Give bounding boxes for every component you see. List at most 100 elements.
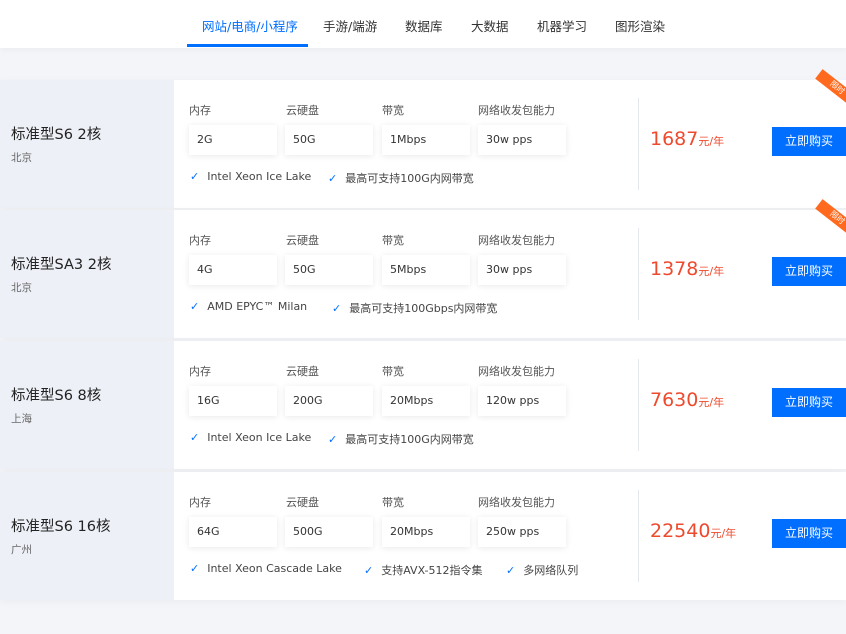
- feature-text: Intel Xeon Cascade Lake: [207, 562, 342, 575]
- memory-select[interactable]: 16G: [189, 386, 277, 416]
- tab-machine-learning[interactable]: 机器学习: [537, 16, 587, 35]
- price-value: 22540: [650, 520, 711, 542]
- product-info-panel: 标准型S6 2核 北京: [0, 80, 174, 208]
- divider: [638, 359, 639, 451]
- tab-website-ecommerce[interactable]: 网站/电商/小程序: [202, 16, 298, 35]
- product-name: 标准型S6 16核: [11, 519, 111, 535]
- check-icon: ✓: [190, 300, 200, 313]
- memory-select[interactable]: 4G: [189, 255, 277, 285]
- memory-label: 内存: [189, 234, 211, 247]
- product-info-panel: 标准型S6 8核 上海: [0, 341, 174, 469]
- price: 1378元/年: [650, 258, 724, 280]
- pps-label: 网络收发包能力: [478, 365, 555, 378]
- check-icon: ✓: [328, 433, 338, 446]
- pps-value: 250w pps: [478, 517, 566, 547]
- tab-database[interactable]: 数据库: [405, 16, 443, 35]
- bandwidth-select[interactable]: 20Mbps: [382, 517, 470, 547]
- price-value: 1378: [650, 258, 699, 280]
- bandwidth-label: 带宽: [382, 234, 404, 247]
- memory-select[interactable]: 2G: [189, 125, 277, 155]
- feature-text: 最高可支持100G内网带宽: [345, 433, 474, 446]
- product-region: 北京: [11, 152, 32, 164]
- feature-item: ✓ Intel Xeon Cascade Lake: [190, 562, 342, 575]
- pps-label: 网络收发包能力: [478, 496, 555, 509]
- feature-text: 最高可支持100Gbps内网带宽: [349, 302, 498, 315]
- product-name: 标准型SA3 2核: [11, 257, 112, 273]
- bandwidth-label: 带宽: [382, 496, 404, 509]
- memory-label: 内存: [189, 365, 211, 378]
- buy-now-button[interactable]: 立即购买: [772, 519, 846, 548]
- product-info-panel: 标准型S6 16核 广州: [0, 472, 174, 600]
- disk-select[interactable]: 200G: [285, 386, 373, 416]
- check-icon: ✓: [332, 302, 342, 315]
- feature-item: ✓ AMD EPYC™ Milan: [190, 300, 307, 313]
- product-info-panel: 标准型SA3 2核 北京: [0, 210, 174, 338]
- memory-select[interactable]: 64G: [189, 517, 277, 547]
- bandwidth-label: 带宽: [382, 365, 404, 378]
- product-region: 北京: [11, 282, 32, 294]
- feature-item: ✓ 最高可支持100G内网带宽: [328, 431, 474, 447]
- bandwidth-select[interactable]: 20Mbps: [382, 386, 470, 416]
- product-name: 标准型S6 2核: [11, 127, 102, 143]
- check-icon: ✓: [506, 564, 516, 577]
- check-icon: ✓: [190, 170, 200, 183]
- price-unit: 元/年: [698, 135, 725, 148]
- check-icon: ✓: [190, 562, 200, 575]
- pps-value: 30w pps: [478, 255, 566, 285]
- pps-label: 网络收发包能力: [478, 234, 555, 247]
- buy-now-button[interactable]: 立即购买: [772, 388, 846, 417]
- pps-value: 120w pps: [478, 386, 566, 416]
- product-card: 标准型S6 16核 广州 内存 云硬盘 带宽 网络收发包能力 64G 500G …: [0, 472, 846, 600]
- buy-now-button[interactable]: 立即购买: [772, 127, 846, 156]
- feature-item: ✓ 支持AVX-512指令集: [364, 562, 483, 578]
- divider: [638, 228, 639, 320]
- check-icon: ✓: [190, 431, 200, 444]
- product-name: 标准型S6 8核: [11, 388, 102, 404]
- pps-label: 网络收发包能力: [478, 104, 555, 117]
- bandwidth-label: 带宽: [382, 104, 404, 117]
- price-value: 7630: [650, 389, 699, 411]
- product-region: 广州: [11, 544, 32, 556]
- disk-select[interactable]: 50G: [285, 125, 373, 155]
- promo-ribbon: 限时: [815, 69, 846, 107]
- pps-value: 30w pps: [478, 125, 566, 155]
- feature-item: ✓ 最高可支持100Gbps内网带宽: [332, 300, 497, 316]
- disk-select[interactable]: 500G: [285, 517, 373, 547]
- tab-games[interactable]: 手游/端游: [323, 16, 377, 35]
- check-icon: ✓: [364, 564, 374, 577]
- tab-graphics-rendering[interactable]: 图形渲染: [615, 16, 665, 35]
- feature-text: 支持AVX-512指令集: [381, 564, 483, 577]
- feature-text: AMD EPYC™ Milan: [207, 300, 308, 313]
- feature-item: ✓ Intel Xeon Ice Lake: [190, 170, 311, 183]
- product-card: 标准型S6 8核 上海 内存 云硬盘 带宽 网络收发包能力 16G 200G 2…: [0, 341, 846, 469]
- price: 1687元/年: [650, 128, 724, 150]
- disk-select[interactable]: 50G: [285, 255, 373, 285]
- feature-text: 多网络队列: [523, 564, 579, 577]
- price: 7630元/年: [650, 389, 724, 411]
- feature-item: ✓ 最高可支持100G内网带宽: [328, 170, 474, 186]
- price: 22540元/年: [650, 520, 736, 542]
- disk-label: 云硬盘: [286, 234, 319, 247]
- disk-label: 云硬盘: [286, 365, 319, 378]
- bandwidth-select[interactable]: 5Mbps: [382, 255, 470, 285]
- divider: [638, 490, 639, 582]
- bandwidth-select[interactable]: 1Mbps: [382, 125, 470, 155]
- check-icon: ✓: [328, 172, 338, 185]
- price-unit: 元/年: [710, 527, 737, 540]
- feature-text: 最高可支持100G内网带宽: [345, 172, 474, 185]
- product-region: 上海: [11, 413, 32, 425]
- feature-text: Intel Xeon Ice Lake: [207, 170, 312, 183]
- divider: [638, 98, 639, 190]
- tab-big-data[interactable]: 大数据: [471, 16, 509, 35]
- active-tab-indicator: [187, 44, 308, 47]
- memory-label: 内存: [189, 104, 211, 117]
- product-category-tabs: 网站/电商/小程序 手游/端游 数据库 大数据 机器学习 图形渲染: [0, 0, 846, 48]
- feature-item: ✓ 多网络队列: [506, 562, 578, 578]
- price-unit: 元/年: [698, 265, 725, 278]
- buy-now-button[interactable]: 立即购买: [772, 257, 846, 286]
- memory-label: 内存: [189, 496, 211, 509]
- disk-label: 云硬盘: [286, 104, 319, 117]
- disk-label: 云硬盘: [286, 496, 319, 509]
- feature-item: ✓ Intel Xeon Ice Lake: [190, 431, 311, 444]
- price-unit: 元/年: [698, 396, 725, 409]
